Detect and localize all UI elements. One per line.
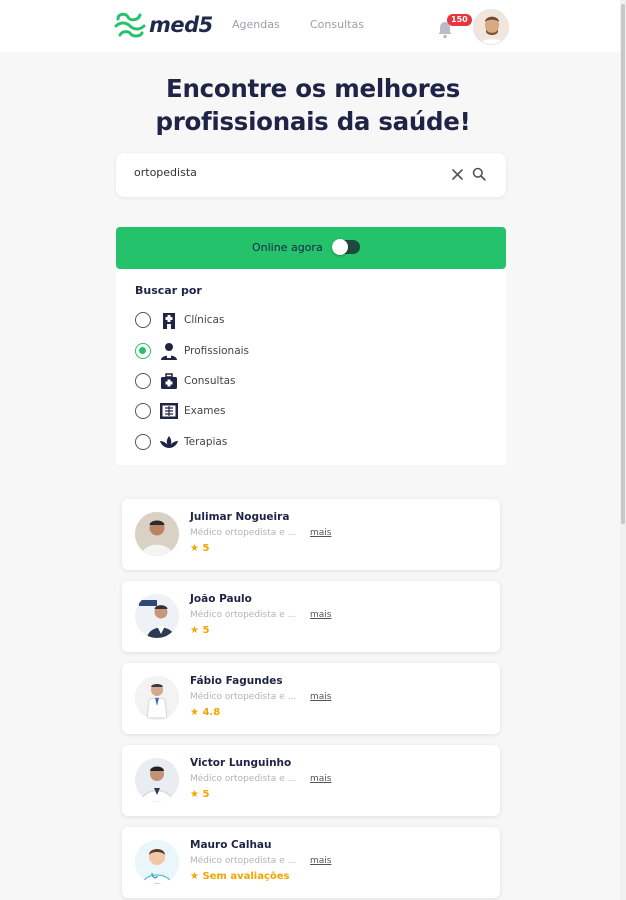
professional-name: Mauro Calhau — [190, 839, 272, 851]
notification-badge: 150 — [447, 14, 472, 26]
scrollbar[interactable] — [620, 0, 626, 900]
scrollbar-thumb[interactable] — [621, 4, 625, 524]
online-now-toggle[interactable] — [332, 239, 360, 255]
filter-option-label: Profissionais — [184, 345, 250, 357]
lotus-icon — [160, 436, 178, 448]
professional-photo — [135, 758, 179, 802]
page-title-line-1: Encontre os melhores — [166, 74, 460, 103]
doctor-photo-image — [135, 676, 179, 720]
toggle-knob — [332, 239, 348, 255]
professional-photo — [135, 840, 179, 884]
professional-photo — [135, 676, 179, 720]
hospital-building-icon — [163, 313, 175, 329]
professional-description: Médico ortopedista e ... — [190, 610, 297, 620]
search-filter-panel: Buscar por Clínicas Profissionais Consul… — [116, 269, 506, 465]
nav-link-agendas[interactable]: Agendas — [232, 18, 280, 31]
online-now-bar[interactable]: Online agora — [116, 227, 506, 269]
professional-name: Victor Lunguinho — [190, 757, 292, 769]
user-avatar[interactable] — [473, 9, 509, 45]
professional-photo — [135, 512, 179, 556]
professional-name: João Paulo — [190, 593, 252, 605]
filter-option-profissionais[interactable]: Profissionais — [135, 341, 335, 361]
page-title: Encontre os melhores profissionais da sa… — [100, 72, 526, 138]
filter-option-exames[interactable]: Exames — [135, 401, 335, 421]
professional-description: Médico ortopedista e ... — [190, 528, 297, 538]
filter-option-terapias[interactable]: Terapias — [135, 432, 335, 452]
professional-card[interactable]: Julimar Nogueira Médico ortopedista e ..… — [122, 499, 500, 570]
top-navbar: med5 Agendas Consultas 150 — [0, 0, 626, 52]
more-link[interactable]: mais — [310, 856, 331, 866]
search-icon[interactable] — [472, 167, 486, 181]
filter-option-label: Clínicas — [184, 314, 225, 326]
doctor-icon — [161, 343, 177, 360]
professional-card[interactable]: Mauro Calhau Médico ortopedista e ... ma… — [122, 827, 500, 898]
filter-option-label: Terapias — [184, 436, 228, 448]
more-link[interactable]: mais — [310, 774, 331, 784]
professional-description: Médico ortopedista e ... — [190, 856, 297, 866]
radio-profissionais[interactable] — [135, 343, 151, 359]
filter-option-consultas[interactable]: Consultas — [135, 371, 335, 391]
page-title-line-2: profissionais da saúde! — [155, 107, 471, 136]
filter-option-label: Consultas — [184, 375, 236, 387]
doctor-illustration-image — [135, 840, 179, 884]
more-link[interactable]: mais — [310, 692, 331, 702]
professional-rating: ★ 5 — [190, 543, 210, 554]
professional-name: Fábio Fagundes — [190, 675, 283, 687]
user-avatar-image — [474, 10, 508, 44]
professional-card[interactable]: Fábio Fagundes Médico ortopedista e ... … — [122, 663, 500, 734]
professional-description: Médico ortopedista e ... — [190, 692, 297, 702]
radio-clinicas[interactable] — [135, 312, 151, 328]
professional-card[interactable]: João Paulo Médico ortopedista e ... mais… — [122, 581, 500, 652]
xray-icon — [160, 403, 178, 419]
search-box — [116, 153, 506, 197]
doctor-photo-image — [135, 512, 179, 556]
filter-title: Buscar por — [135, 284, 202, 297]
professional-name: Julimar Nogueira — [190, 511, 290, 523]
professional-photo — [135, 594, 179, 638]
doctor-photo-image — [135, 594, 179, 638]
radio-exames[interactable] — [135, 403, 151, 419]
more-link[interactable]: mais — [310, 610, 331, 620]
search-input[interactable] — [134, 166, 434, 179]
doctor-photo-image — [135, 758, 179, 802]
professional-rating: ★ Sem avaliações — [190, 871, 290, 882]
more-link[interactable]: mais — [310, 528, 331, 538]
logo[interactable]: med5 — [112, 7, 213, 43]
logo-mark-icon — [114, 12, 146, 38]
filter-option-clinicas[interactable]: Clínicas — [135, 310, 335, 330]
professional-description: Médico ortopedista e ... — [190, 774, 297, 784]
radio-terapias[interactable] — [135, 434, 151, 450]
online-now-label: Online agora — [252, 241, 323, 254]
nav-link-consultas[interactable]: Consultas — [310, 18, 364, 31]
clear-icon[interactable] — [451, 168, 464, 181]
filter-option-label: Exames — [184, 405, 226, 417]
radio-consultas[interactable] — [135, 373, 151, 389]
professional-card[interactable]: Victor Lunguinho Médico ortopedista e ..… — [122, 745, 500, 816]
logo-text: med5 — [149, 13, 213, 37]
professional-rating: ★ 4.8 — [190, 707, 221, 718]
professional-rating: ★ 5 — [190, 789, 210, 800]
professional-rating: ★ 5 — [190, 625, 210, 636]
medical-kit-icon — [161, 373, 177, 389]
